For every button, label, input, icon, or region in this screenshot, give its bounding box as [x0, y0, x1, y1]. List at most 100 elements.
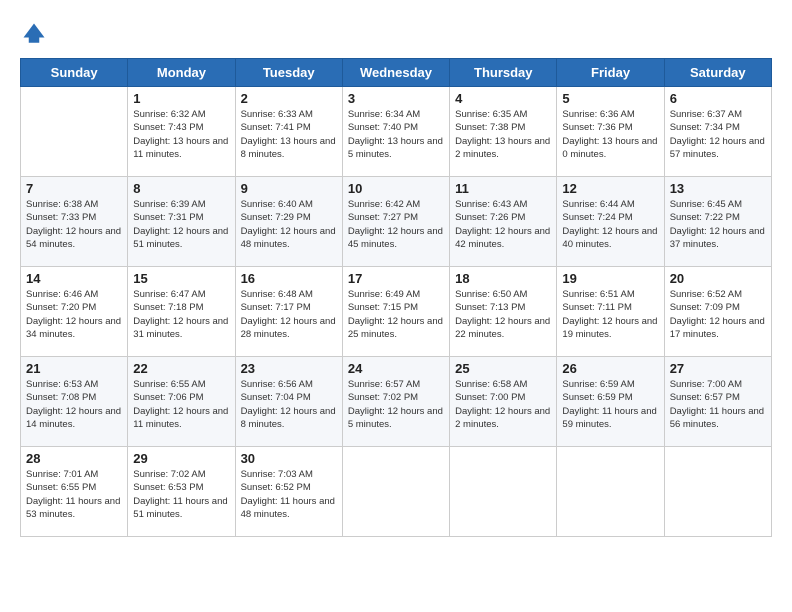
day-info: Sunrise: 6:58 AM Sunset: 7:00 PM Dayligh… [455, 378, 551, 431]
day-info: Sunrise: 7:03 AM Sunset: 6:52 PM Dayligh… [241, 468, 337, 521]
calendar-cell: 5 Sunrise: 6:36 AM Sunset: 7:36 PM Daylig… [557, 87, 664, 177]
calendar-cell: 4 Sunrise: 6:35 AM Sunset: 7:38 PM Daylig… [450, 87, 557, 177]
calendar-cell: 29 Sunrise: 7:02 AM Sunset: 6:53 PM Dayli… [128, 447, 235, 537]
day-info: Sunrise: 6:57 AM Sunset: 7:02 PM Dayligh… [348, 378, 444, 431]
day-info: Sunrise: 6:37 AM Sunset: 7:34 PM Dayligh… [670, 108, 766, 161]
day-info: Sunrise: 6:39 AM Sunset: 7:31 PM Dayligh… [133, 198, 229, 251]
day-number: 13 [670, 181, 766, 196]
calendar-cell: 30 Sunrise: 7:03 AM Sunset: 6:52 PM Dayli… [235, 447, 342, 537]
day-number: 29 [133, 451, 229, 466]
day-of-week-sunday: Sunday [21, 59, 128, 87]
logo [20, 20, 52, 48]
day-of-week-friday: Friday [557, 59, 664, 87]
calendar-cell: 25 Sunrise: 6:58 AM Sunset: 7:00 PM Dayli… [450, 357, 557, 447]
day-number: 9 [241, 181, 337, 196]
day-info: Sunrise: 6:42 AM Sunset: 7:27 PM Dayligh… [348, 198, 444, 251]
day-number: 5 [562, 91, 658, 106]
calendar-cell: 20Sunrise: 6:52 AM Sunset: 7:09 PM Dayli… [664, 267, 771, 357]
day-info: Sunrise: 6:46 AM Sunset: 7:20 PM Dayligh… [26, 288, 122, 341]
day-number: 14 [26, 271, 122, 286]
day-number: 26 [562, 361, 658, 376]
day-info: Sunrise: 6:38 AM Sunset: 7:33 PM Dayligh… [26, 198, 122, 251]
page-header [20, 20, 772, 48]
day-number: 10 [348, 181, 444, 196]
calendar-week-row: 21 Sunrise: 6:53 AM Sunset: 7:08 PM Dayli… [21, 357, 772, 447]
day-number: 1 [133, 91, 229, 106]
logo-icon [20, 20, 48, 48]
day-info: Sunrise: 6:43 AM Sunset: 7:26 PM Dayligh… [455, 198, 551, 251]
calendar-cell: 13 Sunrise: 6:45 AM Sunset: 7:22 PM Dayli… [664, 177, 771, 267]
day-info: Sunrise: 6:50 AM Sunset: 7:13 PM Dayligh… [455, 288, 551, 341]
calendar-cell: 7 Sunrise: 6:38 AM Sunset: 7:33 PM Daylig… [21, 177, 128, 267]
day-number: 25 [455, 361, 551, 376]
calendar-cell: 2 Sunrise: 6:33 AM Sunset: 7:41 PM Daylig… [235, 87, 342, 177]
calendar-cell: 8 Sunrise: 6:39 AM Sunset: 7:31 PM Daylig… [128, 177, 235, 267]
calendar-cell: 21 Sunrise: 6:53 AM Sunset: 7:08 PM Dayli… [21, 357, 128, 447]
day-info: Sunrise: 6:40 AM Sunset: 7:29 PM Dayligh… [241, 198, 337, 251]
calendar-cell: 15 Sunrise: 6:47 AM Sunset: 7:18 PM Dayli… [128, 267, 235, 357]
day-info: Sunrise: 6:45 AM Sunset: 7:22 PM Dayligh… [670, 198, 766, 251]
calendar-cell: 26 Sunrise: 6:59 AM Sunset: 6:59 PM Dayli… [557, 357, 664, 447]
day-number: 21 [26, 361, 122, 376]
day-number: 19 [562, 271, 658, 286]
calendar-week-row: 28Sunrise: 7:01 AM Sunset: 6:55 PM Dayli… [21, 447, 772, 537]
day-info: Sunrise: 6:48 AM Sunset: 7:17 PM Dayligh… [241, 288, 337, 341]
day-of-week-saturday: Saturday [664, 59, 771, 87]
calendar-cell: 6 Sunrise: 6:37 AM Sunset: 7:34 PM Daylig… [664, 87, 771, 177]
calendar-cell: 23Sunrise: 6:56 AM Sunset: 7:04 PM Dayli… [235, 357, 342, 447]
calendar-cell [21, 87, 128, 177]
day-info: Sunrise: 6:35 AM Sunset: 7:38 PM Dayligh… [455, 108, 551, 161]
day-number: 22 [133, 361, 229, 376]
day-number: 16 [241, 271, 337, 286]
day-info: Sunrise: 6:51 AM Sunset: 7:11 PM Dayligh… [562, 288, 658, 341]
day-number: 3 [348, 91, 444, 106]
calendar-table: SundayMondayTuesdayWednesdayThursdayFrid… [20, 58, 772, 537]
day-number: 8 [133, 181, 229, 196]
day-number: 11 [455, 181, 551, 196]
day-info: Sunrise: 6:33 AM Sunset: 7:41 PM Dayligh… [241, 108, 337, 161]
day-info: Sunrise: 6:44 AM Sunset: 7:24 PM Dayligh… [562, 198, 658, 251]
day-info: Sunrise: 6:36 AM Sunset: 7:36 PM Dayligh… [562, 108, 658, 161]
calendar-week-row: 1 Sunrise: 6:32 AM Sunset: 7:43 PM Daylig… [21, 87, 772, 177]
day-info: Sunrise: 6:52 AM Sunset: 7:09 PM Dayligh… [670, 288, 766, 341]
day-info: Sunrise: 6:53 AM Sunset: 7:08 PM Dayligh… [26, 378, 122, 431]
day-info: Sunrise: 7:00 AM Sunset: 6:57 PM Dayligh… [670, 378, 766, 431]
day-info: Sunrise: 7:02 AM Sunset: 6:53 PM Dayligh… [133, 468, 229, 521]
calendar-cell: 11 Sunrise: 6:43 AM Sunset: 7:26 PM Dayli… [450, 177, 557, 267]
day-info: Sunrise: 6:47 AM Sunset: 7:18 PM Dayligh… [133, 288, 229, 341]
calendar-cell: 19 Sunrise: 6:51 AM Sunset: 7:11 PM Dayli… [557, 267, 664, 357]
calendar-cell: 10 Sunrise: 6:42 AM Sunset: 7:27 PM Dayli… [342, 177, 449, 267]
day-number: 24 [348, 361, 444, 376]
day-of-week-monday: Monday [128, 59, 235, 87]
calendar-cell: 1 Sunrise: 6:32 AM Sunset: 7:43 PM Daylig… [128, 87, 235, 177]
calendar-cell: 27 Sunrise: 7:00 AM Sunset: 6:57 PM Dayli… [664, 357, 771, 447]
day-number: 15 [133, 271, 229, 286]
day-number: 28 [26, 451, 122, 466]
calendar-cell: 22Sunrise: 6:55 AM Sunset: 7:06 PM Dayli… [128, 357, 235, 447]
calendar-week-row: 7 Sunrise: 6:38 AM Sunset: 7:33 PM Daylig… [21, 177, 772, 267]
day-info: Sunrise: 6:34 AM Sunset: 7:40 PM Dayligh… [348, 108, 444, 161]
day-number: 2 [241, 91, 337, 106]
calendar-cell [342, 447, 449, 537]
day-number: 27 [670, 361, 766, 376]
calendar-cell [664, 447, 771, 537]
day-number: 30 [241, 451, 337, 466]
calendar-cell [557, 447, 664, 537]
day-of-week-thursday: Thursday [450, 59, 557, 87]
day-info: Sunrise: 6:49 AM Sunset: 7:15 PM Dayligh… [348, 288, 444, 341]
day-number: 4 [455, 91, 551, 106]
calendar-cell: 3 Sunrise: 6:34 AM Sunset: 7:40 PM Daylig… [342, 87, 449, 177]
calendar-week-row: 14 Sunrise: 6:46 AM Sunset: 7:20 PM Dayli… [21, 267, 772, 357]
calendar-cell: 18 Sunrise: 6:50 AM Sunset: 7:13 PM Dayli… [450, 267, 557, 357]
day-number: 12 [562, 181, 658, 196]
day-number: 17 [348, 271, 444, 286]
day-number: 7 [26, 181, 122, 196]
day-number: 6 [670, 91, 766, 106]
calendar-header-row: SundayMondayTuesdayWednesdayThursdayFrid… [21, 59, 772, 87]
day-number: 18 [455, 271, 551, 286]
calendar-cell: 28Sunrise: 7:01 AM Sunset: 6:55 PM Dayli… [21, 447, 128, 537]
calendar-cell: 24 Sunrise: 6:57 AM Sunset: 7:02 PM Dayli… [342, 357, 449, 447]
day-info: Sunrise: 6:59 AM Sunset: 6:59 PM Dayligh… [562, 378, 658, 431]
day-info: Sunrise: 6:32 AM Sunset: 7:43 PM Dayligh… [133, 108, 229, 161]
day-info: Sunrise: 6:56 AM Sunset: 7:04 PM Dayligh… [241, 378, 337, 431]
